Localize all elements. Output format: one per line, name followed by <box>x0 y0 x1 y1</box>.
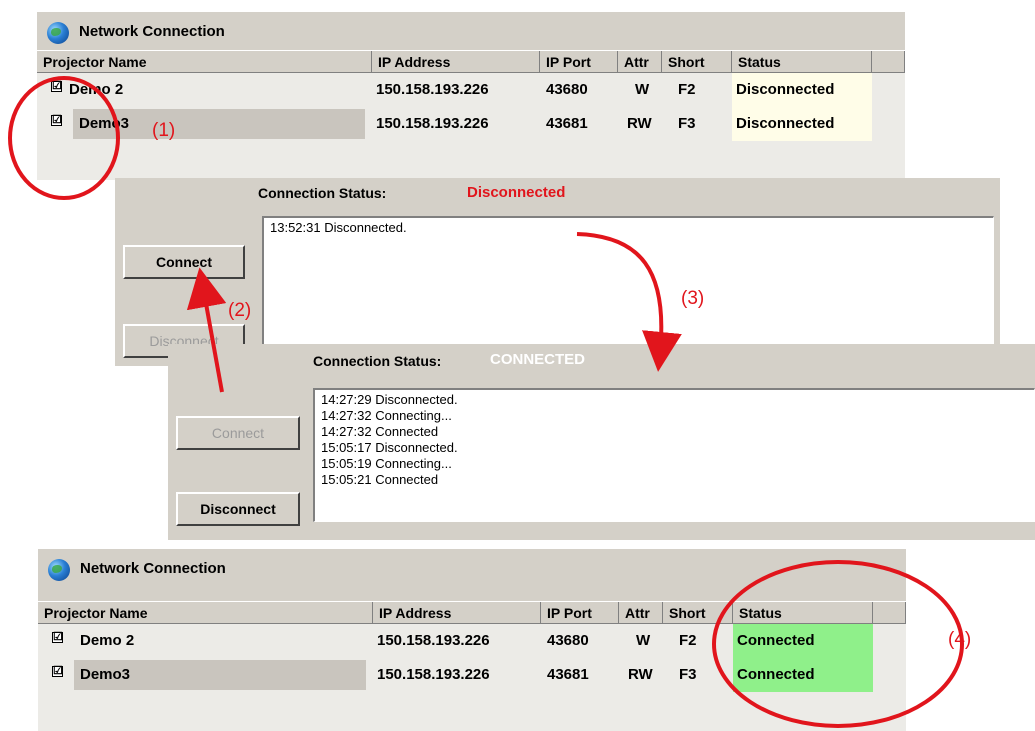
table-row[interactable]: ☑ Demo 2 150.158.193.226 43680 W F2 Conn… <box>38 624 906 658</box>
short: F3 <box>679 666 697 683</box>
ip-address: 150.158.193.226 <box>377 632 490 649</box>
status-value: Disconnected <box>732 73 872 107</box>
globe-icon <box>47 22 69 44</box>
window-title: Network Connection <box>79 23 225 40</box>
projector-name: Demo 2 <box>80 632 135 649</box>
column-header-projector-name[interactable]: Projector Name <box>37 51 372 73</box>
table-row[interactable]: ☑ Demo3 150.158.193.226 43681 RW F3 Conn… <box>38 658 906 692</box>
column-header-ip-port[interactable]: IP Port <box>541 602 619 624</box>
ip-address: 150.158.193.226 <box>377 666 490 683</box>
connection-panel-disconnected: Connection Status: Disconnected 13:52:31… <box>115 178 1000 366</box>
window-header: Network Connection <box>38 549 906 587</box>
ip-address: 150.158.193.226 <box>376 115 489 132</box>
connection-log: 14:27:29 Disconnected. 14:27:32 Connecti… <box>313 388 1035 522</box>
column-header-ip-port[interactable]: IP Port <box>540 51 618 73</box>
attr: RW <box>627 115 652 132</box>
projector-name: Demo3 <box>80 666 131 683</box>
short: F3 <box>678 115 696 132</box>
annotation-step-3: (3) <box>681 288 705 309</box>
log-line: 15:05:17 Disconnected. <box>321 440 458 455</box>
ip-address: 150.158.193.226 <box>376 81 489 98</box>
attr: RW <box>628 666 653 683</box>
projector-table: Projector Name IP Address IP Port Attr S… <box>37 50 905 180</box>
log-line: 15:05:19 Connecting... <box>321 456 452 471</box>
disconnect-button[interactable]: Disconnect <box>176 492 300 526</box>
column-header-short[interactable]: Short <box>663 602 733 624</box>
column-header-attr[interactable]: Attr <box>619 602 663 624</box>
connection-panel-connected: Connection Status: CONNECTED 14:27:29 Di… <box>168 344 1035 540</box>
log-line: 14:27:29 Disconnected. <box>321 392 458 407</box>
row-checkbox[interactable]: ☑ <box>51 115 62 126</box>
window-title: Network Connection <box>80 560 226 577</box>
column-header-status[interactable]: Status <box>733 602 873 624</box>
connect-button[interactable]: Connect <box>123 245 245 279</box>
connection-status-label: Connection Status: <box>313 353 442 369</box>
row-checkbox[interactable]: ☑ <box>52 632 63 643</box>
ip-port: 43680 <box>546 81 588 98</box>
log-line: 14:27:32 Connecting... <box>321 408 452 423</box>
projector-name: Demo 2 <box>69 81 124 98</box>
network-connection-window-top: Network Connection Projector Name IP Add… <box>37 12 905 180</box>
ip-port: 43681 <box>547 666 589 683</box>
row-checkbox[interactable]: ☑ <box>51 81 62 92</box>
table-row[interactable]: ☑ Demo 2 150.158.193.226 43680 W F2 Disc… <box>37 73 905 107</box>
connection-status-value: Disconnected <box>467 184 566 201</box>
connection-status-label: Connection Status: <box>258 185 387 201</box>
column-header-filler <box>873 602 906 624</box>
ip-port: 43680 <box>547 632 589 649</box>
log-line: 13:52:31 Disconnected. <box>270 220 407 235</box>
column-header-ip-address[interactable]: IP Address <box>373 602 541 624</box>
ip-port: 43681 <box>546 115 588 132</box>
column-header-attr[interactable]: Attr <box>618 51 662 73</box>
status-value: Connected <box>733 658 873 692</box>
projector-table: Projector Name IP Address IP Port Attr S… <box>38 601 906 731</box>
globe-icon <box>48 559 70 581</box>
window-header: Network Connection <box>37 12 905 50</box>
status-value: Disconnected <box>732 107 872 141</box>
column-header-status[interactable]: Status <box>732 51 872 73</box>
annotation-step-4: (4) <box>948 629 972 650</box>
column-header-short[interactable]: Short <box>662 51 732 73</box>
status-value: Connected <box>733 624 873 658</box>
column-header-projector-name[interactable]: Projector Name <box>38 602 373 624</box>
column-header-filler <box>872 51 905 73</box>
annotation-step-2: (2) <box>228 300 252 321</box>
attr: W <box>636 632 651 649</box>
log-line: 14:27:32 Connected <box>321 424 439 439</box>
projector-name: Demo3 <box>79 115 130 132</box>
log-line: 15:05:21 Connected <box>321 472 439 487</box>
connection-status-value: CONNECTED <box>490 351 586 368</box>
annotation-step-1: (1) <box>152 120 176 141</box>
network-connection-window-bottom: Network Connection Projector Name IP Add… <box>38 549 906 731</box>
connect-button[interactable]: Connect <box>176 416 300 450</box>
attr: W <box>635 81 650 98</box>
short: F2 <box>679 632 697 649</box>
row-checkbox[interactable]: ☑ <box>52 666 63 677</box>
column-header-ip-address[interactable]: IP Address <box>372 51 540 73</box>
short: F2 <box>678 81 696 98</box>
